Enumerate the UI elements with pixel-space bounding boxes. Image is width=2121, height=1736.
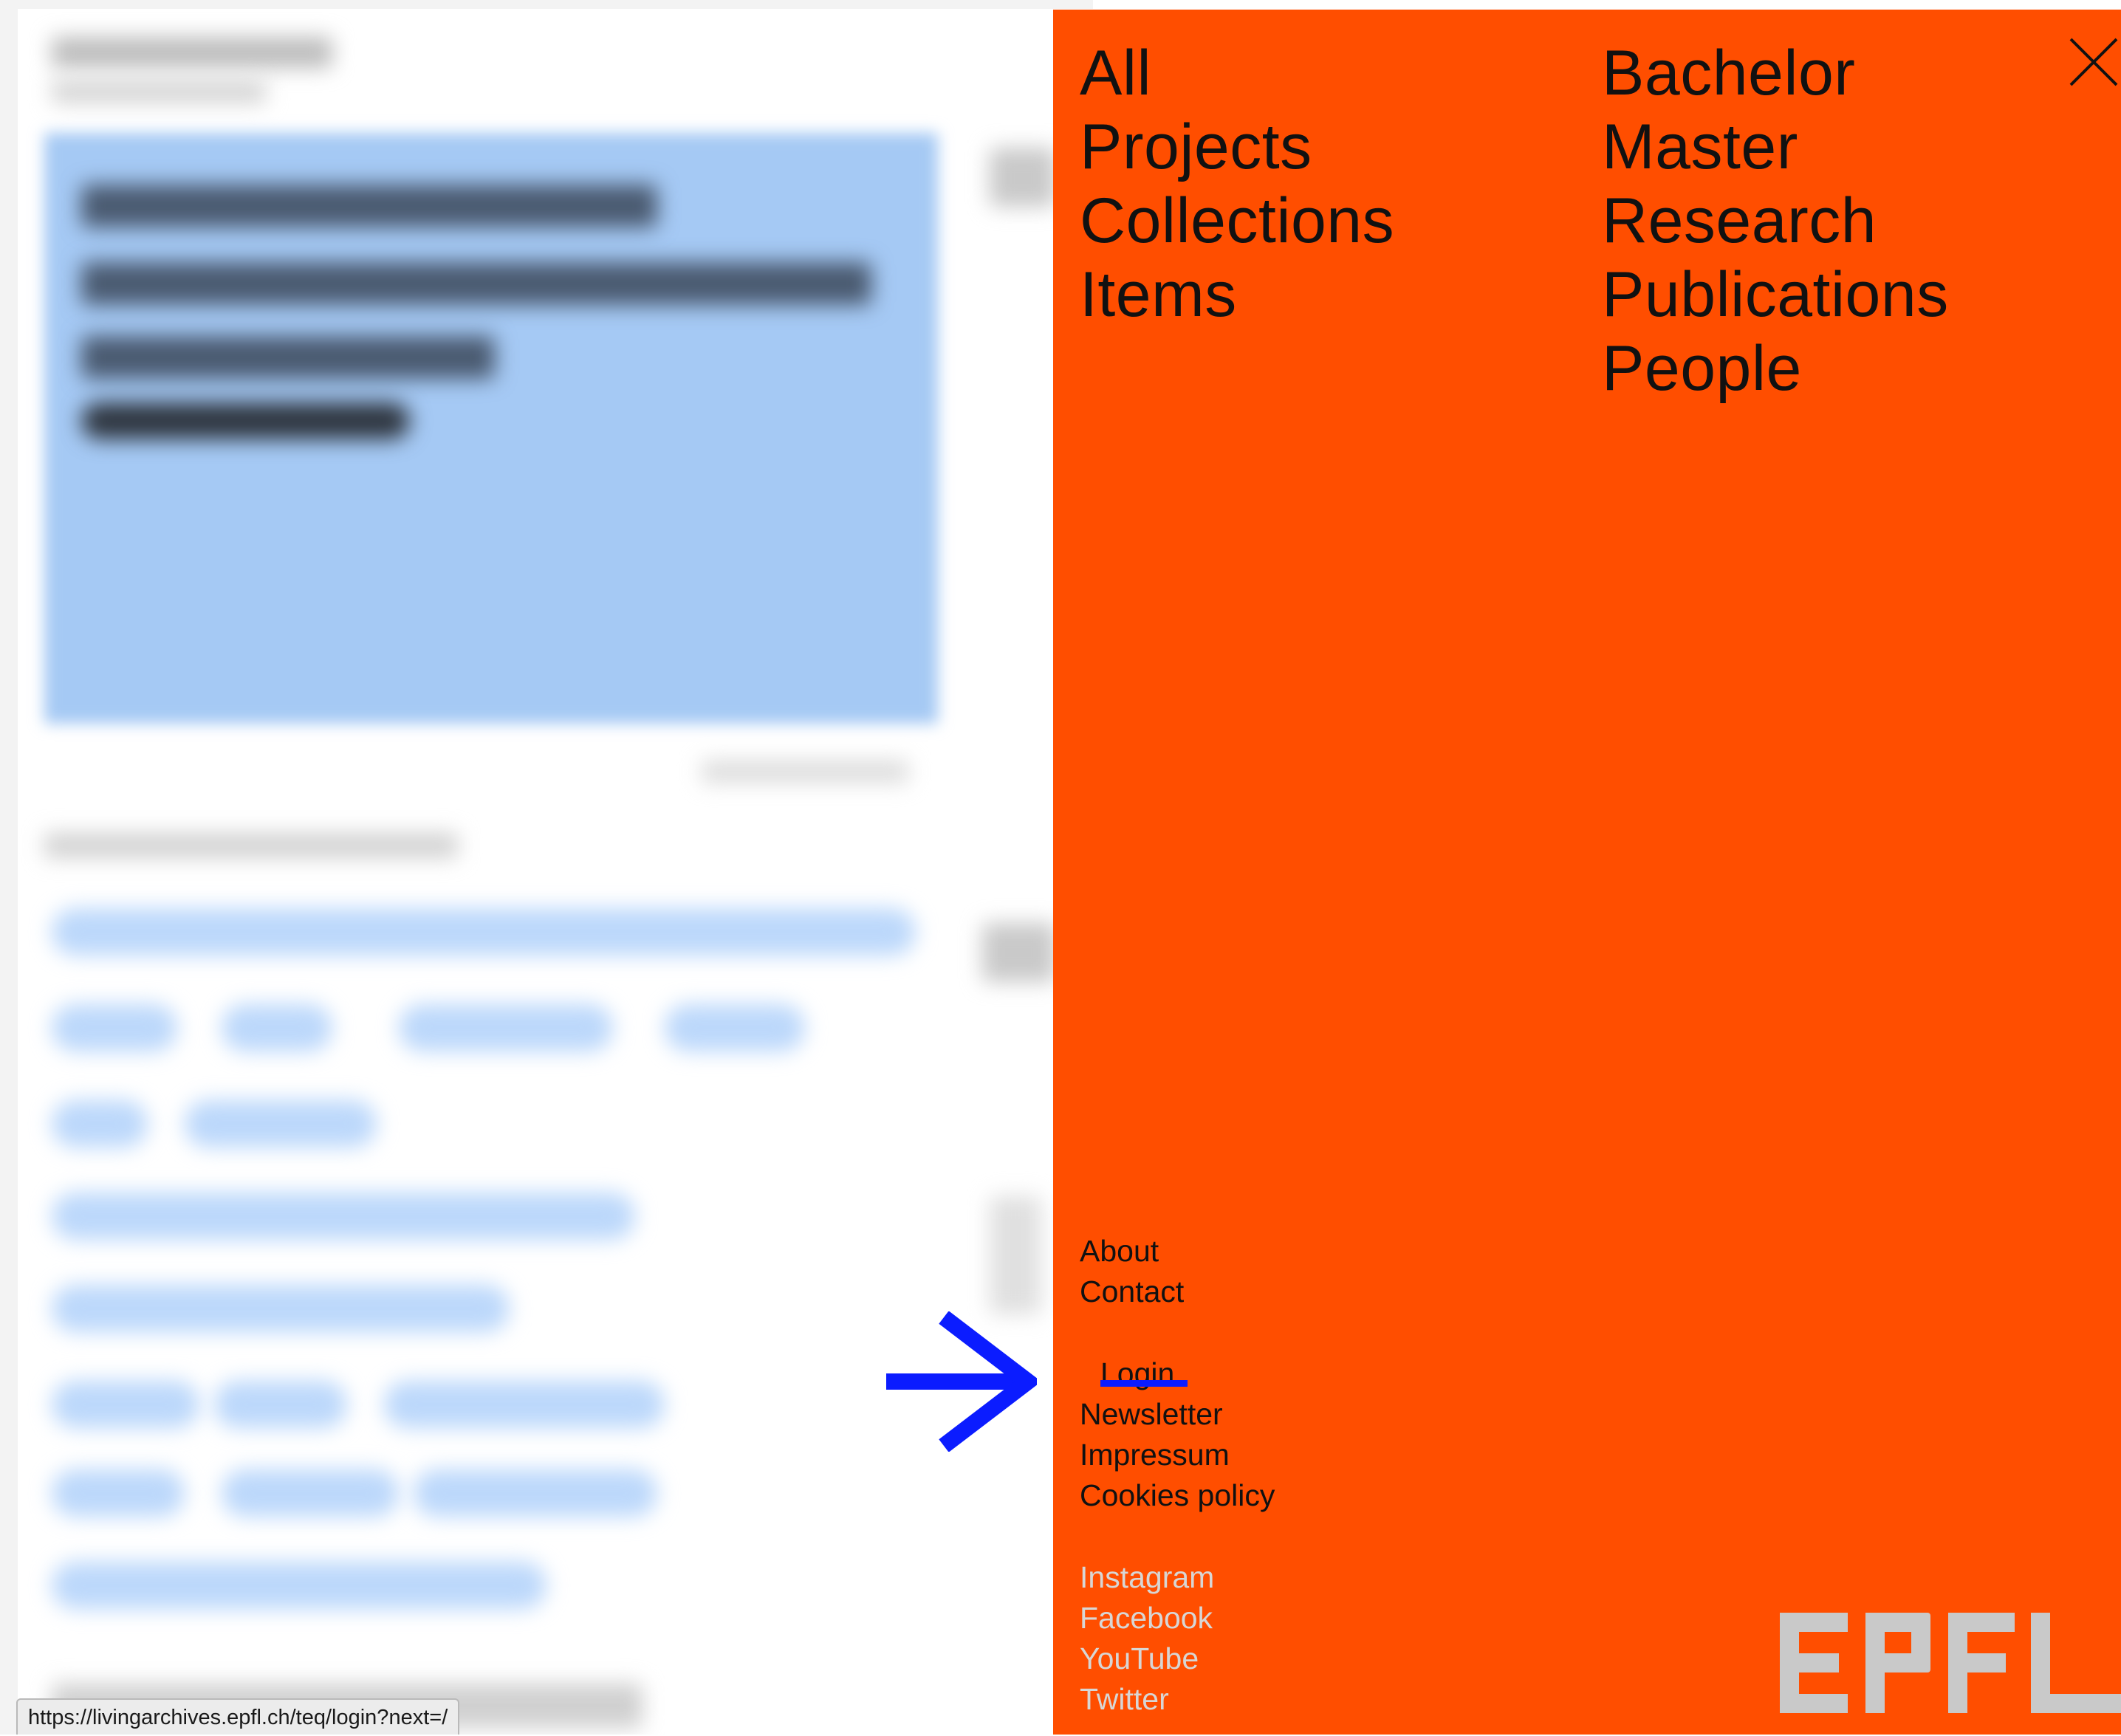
background-hero-line (81, 262, 871, 305)
background-tag (52, 1285, 510, 1332)
link-cookies-policy[interactable]: Cookies policy (1080, 1475, 1275, 1516)
background-tag (222, 1469, 399, 1517)
background-tag (222, 1004, 332, 1051)
nav-item-research[interactable]: Research (1602, 184, 1949, 258)
background-tag (399, 1004, 613, 1051)
login-highlight-underline (1100, 1380, 1188, 1387)
background-tag (214, 1381, 347, 1428)
navigation-menu: All Projects Collections Items Bachelor … (1053, 10, 2121, 1735)
account-links: Login Newsletter Impressum Cookies polic… (1080, 1354, 1275, 1516)
nav-item-projects[interactable]: Projects (1080, 110, 1394, 184)
link-instagram[interactable]: Instagram (1080, 1557, 1214, 1598)
primary-nav: All Projects Collections Items (1080, 36, 1394, 332)
nav-item-master[interactable]: Master (1602, 110, 1949, 184)
social-links: Instagram Facebook YouTube Twitter (1080, 1557, 1214, 1720)
secondary-nav: Bachelor Master Research Publications Pe… (1602, 36, 1949, 405)
background-tag (52, 1469, 185, 1517)
background-site-subtitle (52, 80, 266, 103)
background-site-title (52, 37, 332, 68)
background-tag (384, 1381, 665, 1428)
background-tag (52, 1381, 199, 1428)
close-menu-button[interactable] (2066, 35, 2121, 89)
link-twitter[interactable]: Twitter (1080, 1679, 1214, 1720)
background-tag (52, 1562, 546, 1609)
link-contact[interactable]: Contact (1080, 1272, 1184, 1312)
link-newsletter[interactable]: Newsletter (1080, 1394, 1275, 1435)
close-x-icon (2069, 38, 2118, 86)
info-links: About Contact (1080, 1231, 1184, 1312)
background-tag (185, 1100, 377, 1147)
background-tag (52, 1100, 148, 1147)
background-page (0, 0, 1093, 1735)
nav-item-people[interactable]: People (1602, 332, 1949, 405)
background-tag (52, 1193, 635, 1240)
epfl-logo[interactable] (1780, 1613, 2121, 1713)
nav-item-items[interactable]: Items (1080, 258, 1394, 332)
link-youtube[interactable]: YouTube (1080, 1639, 1214, 1679)
background-sidebar-block (990, 148, 1056, 207)
arrow-right-icon (883, 1311, 1042, 1452)
background-tag (414, 1469, 657, 1517)
link-login[interactable]: Login (1080, 1354, 1275, 1394)
nav-item-bachelor[interactable]: Bachelor (1602, 36, 1949, 110)
link-facebook[interactable]: Facebook (1080, 1598, 1214, 1639)
background-hero-line (81, 185, 657, 227)
background-hero-tag (81, 402, 410, 439)
background-tag (665, 1004, 805, 1051)
background-section-label (44, 833, 458, 858)
nav-item-all[interactable]: All (1080, 36, 1394, 110)
background-caption (702, 761, 908, 783)
background-sidebar-block (982, 923, 1056, 982)
background-top-edge (0, 0, 1093, 9)
link-about[interactable]: About (1080, 1231, 1184, 1272)
nav-item-publications[interactable]: Publications (1602, 258, 1949, 332)
link-impressum[interactable]: Impressum (1080, 1435, 1275, 1475)
status-bar-url: https://livingarchives.epfl.ch/teq/login… (16, 1698, 460, 1735)
background-tag (52, 908, 916, 956)
nav-item-collections[interactable]: Collections (1080, 184, 1394, 258)
background-tag (52, 1004, 177, 1051)
background-left-edge (0, 0, 18, 1735)
background-hero-line (81, 336, 495, 379)
background-sidebar-block (990, 1196, 1041, 1314)
